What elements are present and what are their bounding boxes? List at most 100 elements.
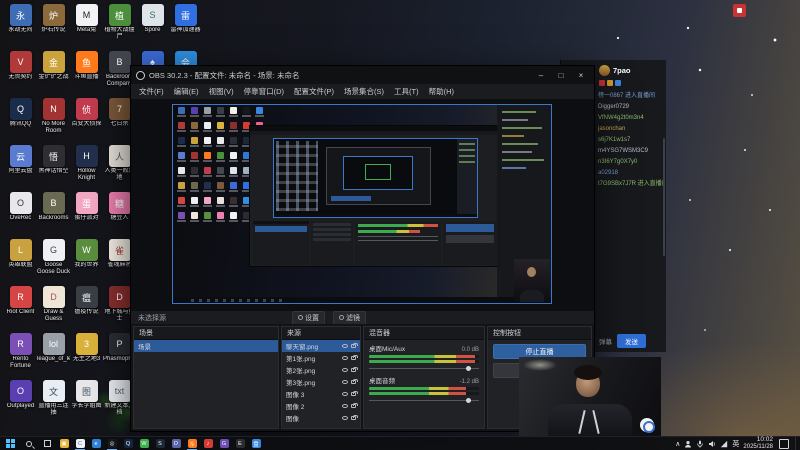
slider-knob[interactable] bbox=[465, 366, 471, 371]
lock-icon[interactable] bbox=[351, 355, 358, 360]
taskbar-app-icon[interactable]: D bbox=[168, 437, 184, 450]
menu-item[interactable]: 编辑(E) bbox=[169, 86, 204, 97]
taskbar-app-icon[interactable]: ▣ bbox=[56, 437, 72, 450]
taskbar-app-icon[interactable]: ◎ bbox=[104, 437, 120, 450]
sources-dock-title[interactable]: 来源 bbox=[282, 327, 360, 340]
desktop-icon[interactable]: 悟 黑神话悟空 bbox=[37, 145, 70, 192]
desktop-icon[interactable]: 永 永劫无间 bbox=[4, 4, 37, 51]
source-list-item[interactable]: 聊天窗.png bbox=[282, 340, 360, 352]
task-view-button[interactable] bbox=[38, 437, 56, 450]
visibility-eye-icon[interactable] bbox=[342, 344, 348, 348]
visibility-eye-icon[interactable] bbox=[342, 404, 348, 408]
desktop-icon[interactable]: H Hollow Knight bbox=[70, 145, 103, 192]
source-list-item[interactable]: 图像 bbox=[282, 412, 360, 424]
menu-item[interactable]: 停靠窗口(D) bbox=[239, 86, 289, 97]
desktop-icon[interactable]: G Goose Goose Duck bbox=[37, 239, 70, 286]
desktop-icon[interactable]: 侦 百变大侦探 bbox=[70, 98, 103, 145]
volume-slider[interactable] bbox=[369, 365, 479, 372]
desktop-icon[interactable]: O Outplayed bbox=[4, 380, 37, 427]
visibility-eye-icon[interactable] bbox=[342, 380, 348, 384]
source-settings-button[interactable]: 设置 bbox=[292, 310, 325, 325]
lock-icon[interactable] bbox=[351, 379, 358, 384]
lock-icon[interactable] bbox=[351, 343, 358, 348]
desktop-icon[interactable]: M Meta兔 bbox=[70, 4, 103, 51]
desktop-icon[interactable]: V 无畏契约 bbox=[4, 51, 37, 98]
taskbar-app-icon[interactable]: E bbox=[232, 437, 248, 450]
lock-icon[interactable] bbox=[351, 415, 358, 420]
chat-scrollbar[interactable] bbox=[663, 138, 665, 256]
taskbar-clock[interactable]: 10:02 2025/11/28 bbox=[743, 436, 773, 450]
source-list-item[interactable]: 第2张.png bbox=[282, 364, 360, 376]
desktop-icon[interactable]: D Draw & Guess bbox=[37, 286, 70, 333]
taskbar-app-icon[interactable]: 盘 bbox=[248, 437, 264, 450]
taskbar-app-icon[interactable]: Q bbox=[120, 437, 136, 450]
taskbar-app-icon[interactable]: ♪ bbox=[200, 437, 216, 450]
maximize-button[interactable]: □ bbox=[553, 71, 569, 80]
taskbar-app-icon[interactable]: S bbox=[152, 437, 168, 450]
source-list-item[interactable]: 图像 3 bbox=[282, 388, 360, 400]
taskbar-search-button[interactable] bbox=[20, 437, 38, 450]
controls-dock-title[interactable]: 控制按钮 bbox=[488, 327, 591, 340]
source-list-item[interactable]: 第3张.png bbox=[282, 376, 360, 388]
start-button[interactable] bbox=[0, 437, 20, 450]
slider-knob[interactable] bbox=[465, 398, 471, 403]
desktop-icon[interactable]: 炉 炉石传说 bbox=[37, 4, 70, 51]
desktop-tray-app-icon[interactable] bbox=[733, 4, 746, 17]
desktop-icon[interactable]: S Spore bbox=[136, 4, 169, 51]
scenes-dock-title[interactable]: 场景 bbox=[134, 327, 278, 340]
source-list-item[interactable]: 图像 2 bbox=[282, 400, 360, 412]
desktop-icon[interactable]: 瘟 瘟疫传说 bbox=[70, 286, 103, 333]
speaker-icon[interactable] bbox=[708, 440, 716, 448]
lock-icon[interactable] bbox=[351, 391, 358, 396]
desktop-icon[interactable]: Q 腾讯QQ bbox=[4, 98, 37, 145]
mic-icon[interactable] bbox=[696, 440, 704, 448]
desktop-icon[interactable]: 鱼 斗鱼直播 bbox=[70, 51, 103, 98]
scene-list-item[interactable]: 场景 bbox=[134, 340, 278, 352]
visibility-eye-icon[interactable] bbox=[342, 356, 348, 360]
desktop-icon[interactable]: 3 无主之地3 bbox=[70, 333, 103, 380]
lock-icon[interactable] bbox=[351, 367, 358, 372]
desktop-icon[interactable]: 雷 雷神加速器 bbox=[169, 4, 202, 51]
volume-slider[interactable] bbox=[369, 397, 479, 404]
desktop-icon[interactable]: B Backrooms bbox=[37, 192, 70, 239]
source-list-item[interactable]: 第1张.png bbox=[282, 352, 360, 364]
menu-item[interactable]: 工具(T) bbox=[389, 86, 424, 97]
visibility-eye-icon[interactable] bbox=[342, 368, 348, 372]
mixer-dock-title[interactable]: 混音器 bbox=[364, 327, 484, 340]
desktop-icon[interactable]: R Rento Fortune bbox=[4, 333, 37, 380]
people-icon[interactable] bbox=[684, 440, 692, 448]
visibility-eye-icon[interactable] bbox=[342, 416, 348, 420]
minimize-button[interactable]: – bbox=[533, 71, 549, 80]
taskbar-app-icon[interactable]: 斗 bbox=[184, 437, 200, 450]
chat-send-button[interactable]: 发送 bbox=[617, 334, 646, 348]
streamer-avatar[interactable] bbox=[599, 65, 610, 76]
visibility-eye-icon[interactable] bbox=[342, 392, 348, 396]
menu-item[interactable]: 文件(F) bbox=[134, 86, 169, 97]
language-indicator[interactable]: 英 bbox=[732, 439, 739, 449]
desktop-icon[interactable]: O OveRec bbox=[4, 192, 37, 239]
desktop-icon[interactable]: 云 阿里云盘 bbox=[4, 145, 37, 192]
lock-icon[interactable] bbox=[351, 403, 358, 408]
desktop-icon[interactable]: L 英雄联盟 bbox=[4, 239, 37, 286]
desktop-icon[interactable]: R Riot Client bbox=[4, 286, 37, 333]
close-button[interactable]: × bbox=[573, 71, 589, 80]
source-filters-button[interactable]: 滤镜 bbox=[333, 310, 366, 325]
menu-item[interactable]: 视图(V) bbox=[204, 86, 239, 97]
desktop-icon[interactable]: 植 植物大战僵尸 bbox=[103, 4, 136, 51]
tray-expand-icon[interactable]: ∧ bbox=[675, 440, 680, 448]
obs-preview-canvas[interactable] bbox=[172, 104, 552, 304]
taskbar-app-icon[interactable]: C bbox=[72, 437, 88, 450]
desktop-icon[interactable]: 蛋 蛋仔派对 bbox=[70, 192, 103, 239]
desktop-icon[interactable]: N No More Room bbox=[37, 98, 70, 145]
desktop-icon[interactable]: W 我的世界 bbox=[70, 239, 103, 286]
desktop-icon[interactable]: 文 直播用三连抽 bbox=[37, 380, 70, 427]
obs-titlebar[interactable]: OBS 30.2.3 - 配置文件: 未命名 - 场景: 未命名 – □ × bbox=[131, 66, 594, 84]
taskbar-app-icon[interactable]: W bbox=[136, 437, 152, 450]
desktop-icon[interactable]: 金 金铲铲之战 bbox=[37, 51, 70, 98]
taskbar-app-icon[interactable]: G bbox=[216, 437, 232, 450]
menu-item[interactable]: 配置文件(P) bbox=[289, 86, 339, 97]
desktop-icon[interactable]: lol league_of_legends bbox=[37, 333, 70, 380]
menu-item[interactable]: 帮助(H) bbox=[424, 86, 459, 97]
network-icon[interactable] bbox=[720, 440, 728, 448]
notification-center-icon[interactable] bbox=[779, 438, 789, 449]
